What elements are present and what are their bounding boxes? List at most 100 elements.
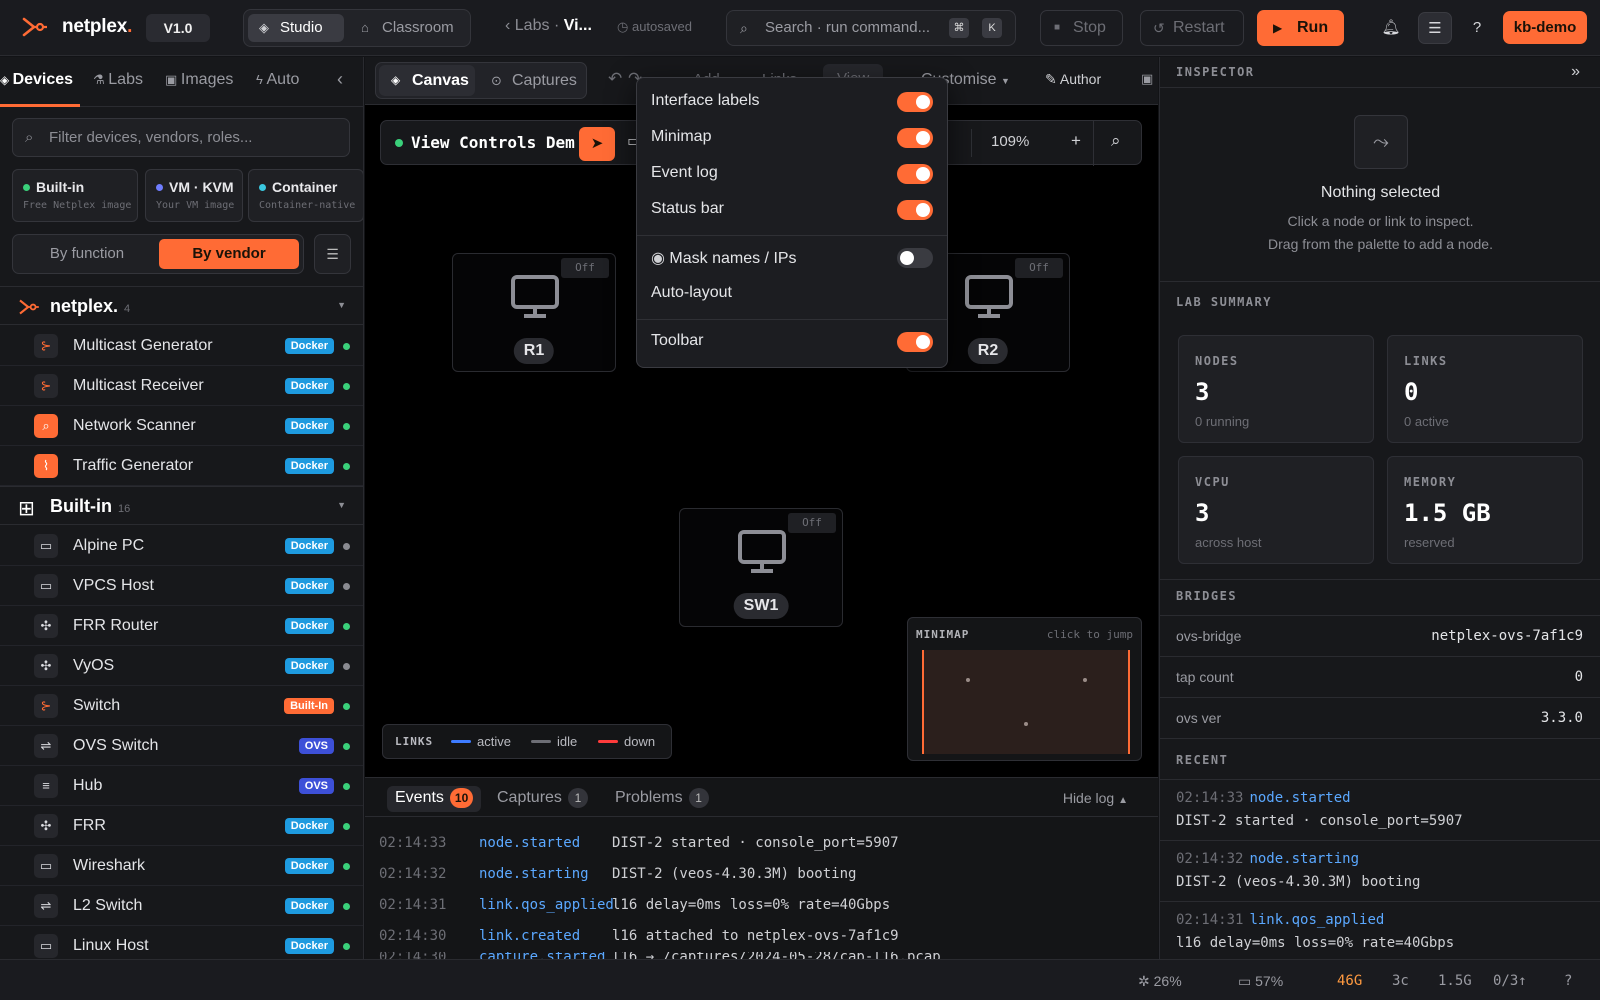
status-dot — [343, 943, 350, 950]
version-badge[interactable]: V1.0 — [146, 14, 210, 42]
view-option-mask-names[interactable]: ◉ Mask names / IPs — [651, 248, 797, 268]
zoom-level[interactable]: 109% — [991, 133, 1029, 150]
device-item[interactable]: ⇌ L2 Switch Docker — [0, 886, 363, 926]
breadcrumb-labs[interactable]: Labs — [515, 17, 550, 34]
sliders-icon[interactable]: ☰ — [1418, 12, 1452, 44]
toggle-event-log[interactable] — [897, 164, 933, 184]
tab-devices[interactable]: ◈ Devices — [0, 71, 73, 89]
view-option-auto-layout[interactable]: Auto-layout — [651, 284, 732, 302]
view-option-status-bar[interactable]: Status bar — [651, 200, 724, 218]
view-option-minimap[interactable]: Minimap — [651, 128, 711, 146]
menu-author[interactable]: ✎ Author — [1045, 71, 1101, 88]
run-button[interactable]: ▶ Run — [1257, 10, 1344, 46]
node-sw1[interactable]: Off SW1 — [679, 508, 843, 627]
minimap[interactable]: MINIMAP click to jump — [907, 617, 1142, 761]
device-item[interactable]: ⌕ Network Scanner Docker — [0, 406, 363, 446]
status-bar: ✲ 26% ▭ 57% 46G 3c 1.5G 0/3↑ ? — [0, 959, 1600, 1000]
device-item[interactable]: ⊱ Switch Built-In — [0, 686, 363, 726]
source-container[interactable]: Container Container-native — [248, 169, 363, 222]
panel-toggle-icon[interactable]: ▣ — [1141, 71, 1153, 87]
device-filter-input[interactable]: ⌕ Filter devices, vendors, roles... — [12, 118, 350, 157]
top-header: netplex. V1.0 ◈ Studio ⌂ Classroom ‹ Labs … — [0, 0, 1600, 56]
device-item[interactable]: ▭ Alpine PC Docker — [0, 526, 363, 566]
device-item[interactable]: ✣ FRR Docker — [0, 806, 363, 846]
device-item[interactable]: ▭ Wireshark Docker — [0, 846, 363, 886]
collapse-panel-icon[interactable]: ‹ — [337, 69, 343, 90]
lab-summary-title: LAB SUMMARY — [1176, 295, 1272, 309]
palette-tabs: ◈ Devices ⚗ Labs ▣ Images ϟ Auto ‹ — [0, 57, 363, 107]
log-row[interactable]: 02:14:30 link.created l16 attached to netp… — [379, 928, 899, 944]
zoom-in-button[interactable]: + — [1071, 131, 1081, 151]
stat-card-memory: MEMORY 1.5 GB reserved — [1387, 456, 1583, 564]
toggle-interface-labels[interactable] — [897, 92, 933, 112]
node-r1[interactable]: Off R1 — [452, 253, 616, 372]
group-netplex[interactable]: netplex. 4 ▼ — [0, 286, 363, 325]
tab-canvas[interactable]: ◈ Canvas — [379, 65, 475, 96]
status-dot — [343, 823, 350, 830]
breadcrumb-current: Vi... — [563, 17, 592, 34]
toggle-status-bar[interactable] — [897, 200, 933, 220]
select-tool-button[interactable]: ➤ — [579, 127, 615, 161]
view-option-toolbar[interactable]: Toolbar — [651, 332, 703, 350]
tab-labs[interactable]: ⚗ Labs — [93, 71, 143, 89]
stop-button[interactable]: ■ Stop — [1040, 10, 1123, 46]
badge-docker: Docker — [284, 538, 334, 554]
list-options-icon[interactable]: ☰ — [314, 234, 351, 274]
help-icon[interactable]: ? — [1564, 973, 1572, 989]
group-by-vendor[interactable]: By vendor — [159, 239, 299, 269]
view-option-interface-labels[interactable]: Interface labels — [651, 92, 760, 110]
tab-log-captures[interactable]: Captures 1 — [497, 788, 588, 808]
device-item[interactable]: ⇌ OVS Switch OVS — [0, 726, 363, 766]
recent-event[interactable]: 02:14:31 link.qos_applied l16 delay=0ms lo… — [1160, 902, 1600, 959]
toggle-mask-names[interactable] — [897, 248, 933, 268]
log-row[interactable]: 02:14:33 node.started DIST-2 started · con… — [379, 835, 899, 851]
badge-docker: Docker — [284, 938, 334, 954]
device-item[interactable]: ⊱ Multicast Generator Docker — [0, 326, 363, 366]
restart-button[interactable]: ↺ Restart — [1140, 10, 1244, 46]
mode-studio-button[interactable]: ◈ Studio — [248, 14, 344, 42]
toggle-minimap[interactable] — [897, 128, 933, 148]
device-item[interactable]: ≡ Hub OVS — [0, 766, 363, 806]
log-row[interactable]: 02:14:31 link.qos_appliedl16 delay=0ms lo… — [379, 897, 890, 913]
hide-log-button[interactable]: Hide log ▲ — [1063, 790, 1128, 806]
device-item[interactable]: ▭ Linux Host Docker — [0, 926, 363, 959]
device-item[interactable]: ⌇ Traffic Generator Docker — [0, 446, 363, 486]
device-item[interactable]: ✣ FRR Router Docker — [0, 606, 363, 646]
collapse-inspector-icon[interactable]: » — [1571, 63, 1580, 81]
breadcrumb: ‹ Labs · Vi... — [505, 17, 592, 34]
tab-captures[interactable]: ⊙ Captures — [479, 65, 583, 96]
mode-classroom-button[interactable]: ⌂ Classroom — [350, 14, 468, 42]
lab-name[interactable]: View Controls Dem — [395, 133, 575, 152]
tab-images[interactable]: ▣ Images — [165, 71, 233, 89]
minimap-viewport[interactable] — [922, 650, 1130, 754]
recent-event[interactable]: 02:14:32 node.starting DIST-2 (veos-4.30.3… — [1160, 841, 1600, 902]
undo-icon[interactable]: ↶ — [608, 69, 622, 89]
tab-auto[interactable]: ϟ Auto — [256, 71, 299, 89]
device-item[interactable]: ✣ VyOS Docker — [0, 646, 363, 686]
zoom-fit-icon[interactable]: ⌕ — [1111, 131, 1121, 151]
tab-problems[interactable]: Problems 1 — [615, 788, 709, 808]
source-vm-kvm[interactable]: VM · KVM Your VM image — [145, 169, 243, 222]
eye-icon: ◉ — [651, 250, 670, 267]
play-icon: ▶ — [1273, 21, 1283, 35]
recent-event[interactable]: 02:14:33 node.started DIST-2 started · con… — [1160, 780, 1600, 841]
device-item[interactable]: ⊱ Multicast Receiver Docker — [0, 366, 363, 406]
device-item[interactable]: ▭ VPCS Host Docker — [0, 566, 363, 606]
toggle-toolbar[interactable] — [897, 332, 933, 352]
source-builtin[interactable]: Built-in Free Netplex image — [12, 169, 138, 222]
bell-icon[interactable]: 🔔︎ — [1374, 12, 1408, 44]
command-search-input[interactable]: ⌕ Search · run command... ⌘ K — [726, 10, 1016, 46]
group-by-toggle: By function By vendor — [12, 234, 304, 274]
user-menu-button[interactable]: kb-demo — [1503, 11, 1587, 44]
empty-state-line2: Drag from the palette to add a node. — [1268, 236, 1493, 252]
log-row[interactable]: 02:14:32 node.starting DIST-2 (veos-4.30.3… — [379, 866, 856, 882]
search-icon: ⌕ — [740, 20, 748, 36]
group-by-function[interactable]: By function — [17, 239, 157, 269]
tab-events[interactable]: Events 10 — [387, 786, 482, 812]
back-chevron-icon[interactable]: ‹ — [505, 17, 515, 34]
group-builtin[interactable]: ⊞ Built-in 16 ▼ — [0, 486, 363, 525]
status-dot — [343, 783, 350, 790]
help-icon[interactable]: ? — [1460, 12, 1494, 44]
view-option-event-log[interactable]: Event log — [651, 164, 718, 182]
stat-card-links: LINKS 0 0 active — [1387, 335, 1583, 443]
